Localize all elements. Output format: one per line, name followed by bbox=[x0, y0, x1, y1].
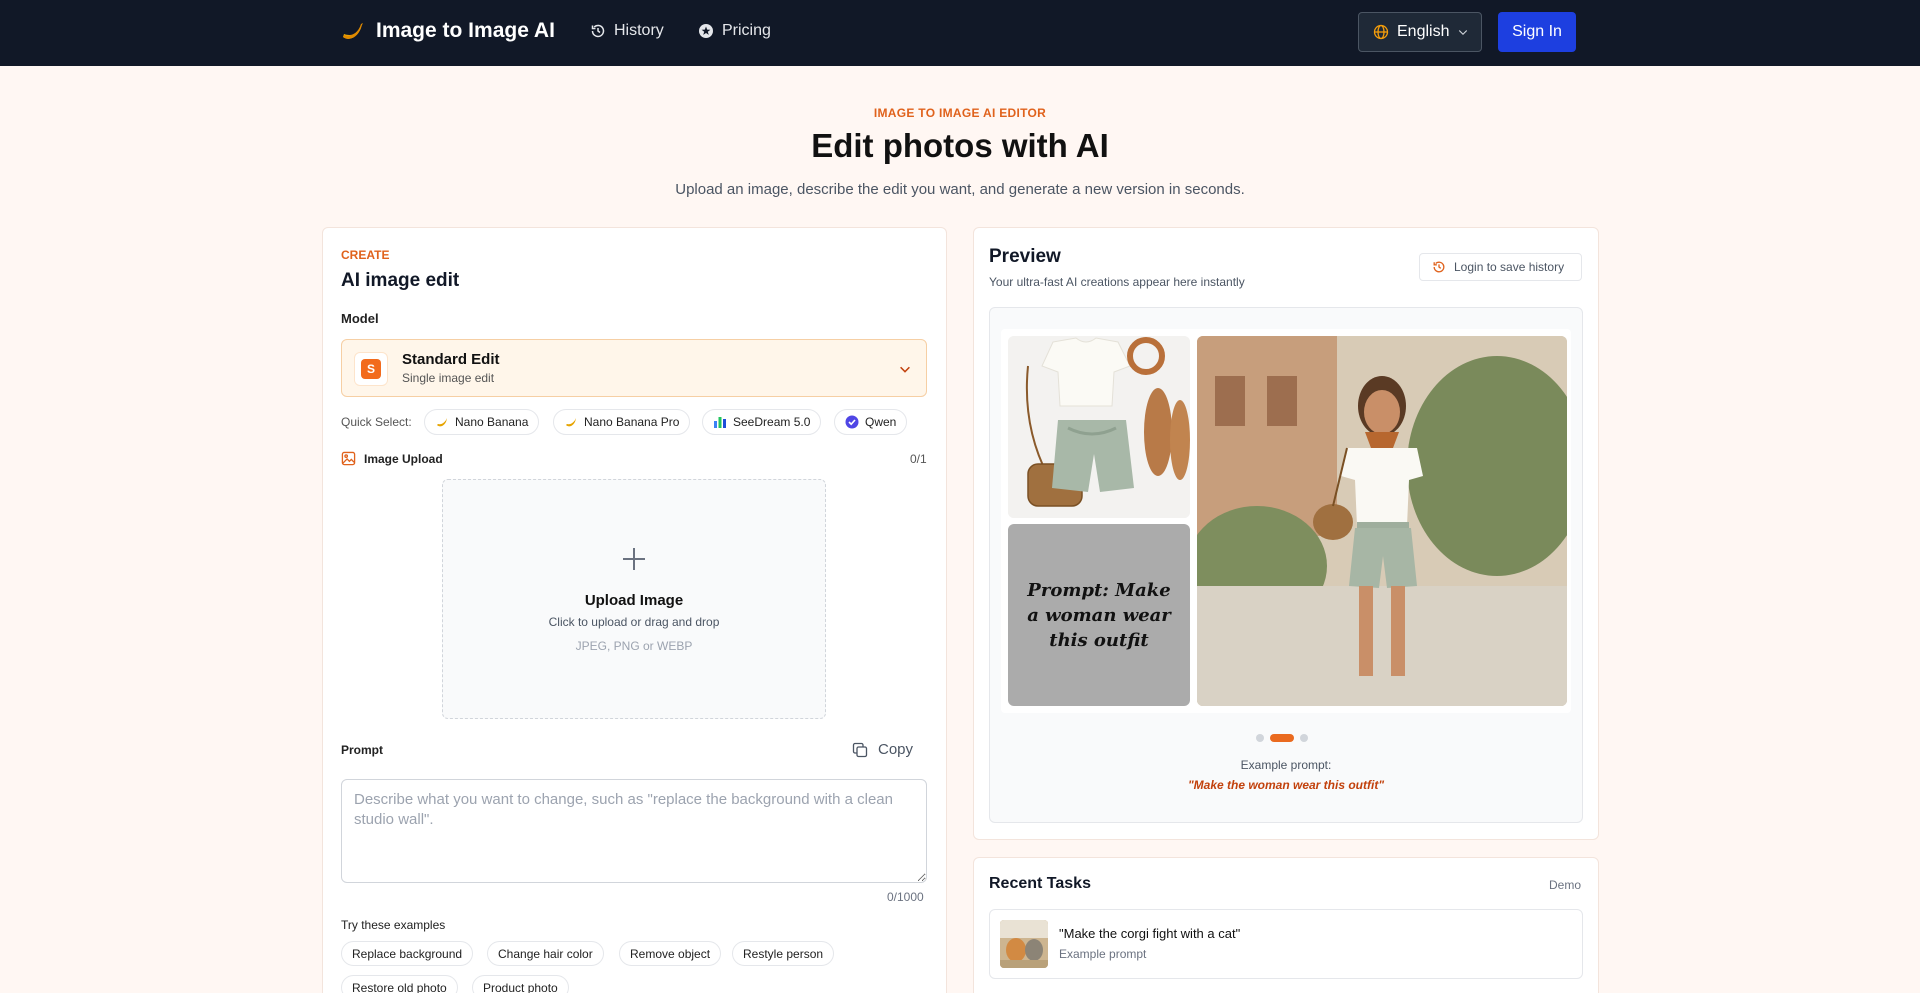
carousel-dot-active[interactable] bbox=[1270, 734, 1294, 742]
recent-tasks-title: Recent Tasks bbox=[989, 875, 1091, 892]
prompt-char-count: 0/1000 bbox=[887, 890, 924, 904]
chip-label: Qwen bbox=[865, 415, 897, 429]
task-subtitle: Example prompt bbox=[1059, 947, 1147, 961]
example-prompt-label: Example prompt: bbox=[1240, 758, 1332, 772]
quick-select-label: Quick Select: bbox=[341, 415, 412, 429]
banana-icon bbox=[343, 23, 363, 39]
hero-eyebrow: IMAGE TO IMAGE AI EDITOR bbox=[873, 106, 1047, 120]
language-select[interactable]: English bbox=[1358, 12, 1482, 52]
chip-label: Nano Banana Pro bbox=[584, 415, 680, 429]
editor-section-label: CREATE bbox=[341, 248, 390, 262]
example-chip[interactable]: Restore old photo bbox=[341, 975, 458, 993]
carousel-dot[interactable] bbox=[1300, 734, 1308, 742]
model-label: Model bbox=[341, 311, 379, 326]
result-image bbox=[1197, 336, 1567, 706]
copy-button[interactable]: Copy bbox=[852, 741, 913, 758]
model-badge-letter: S bbox=[361, 359, 381, 379]
qwen-icon bbox=[845, 415, 859, 429]
model-name: Standard Edit bbox=[402, 351, 500, 368]
brand[interactable]: Image to Image AI bbox=[338, 17, 555, 45]
chip-label: Nano Banana bbox=[455, 415, 529, 429]
image-upload-label: Image Upload bbox=[341, 451, 443, 466]
examples-label: Try these examples bbox=[341, 918, 446, 932]
preview-title: Preview bbox=[989, 246, 1061, 267]
history-icon bbox=[1433, 261, 1445, 273]
task-row[interactable]: "Make the corgi fight with a cat" Exampl… bbox=[989, 909, 1583, 979]
banana-icon bbox=[564, 415, 578, 429]
quick-select-qwen[interactable]: Qwen bbox=[834, 409, 908, 435]
banana-icon bbox=[435, 415, 449, 429]
login-save-history-button[interactable]: Login to save history bbox=[1419, 253, 1582, 281]
plus-icon bbox=[623, 548, 645, 570]
model-select[interactable]: S Standard Edit Single image edit bbox=[341, 339, 927, 397]
example-chip[interactable]: Replace background bbox=[341, 941, 474, 966]
globe-icon bbox=[1373, 24, 1389, 40]
dropzone-subtitle: Click to upload or drag and drop bbox=[548, 615, 720, 629]
upload-count: 0/1 bbox=[910, 452, 927, 466]
page-title: Edit photos with AI bbox=[811, 127, 1109, 164]
copy-label: Copy bbox=[878, 741, 914, 758]
top-nav: Image to Image AI History Pricing Englis… bbox=[0, 0, 1920, 66]
chevron-down-icon bbox=[900, 366, 910, 373]
outfit-image bbox=[1008, 336, 1190, 518]
prompt-tile-text: Prompt: Make a woman wear this outfit bbox=[1027, 579, 1171, 651]
example-chip[interactable]: Restyle person bbox=[732, 941, 835, 966]
quick-select-seedream[interactable]: SeeDream 5.0 bbox=[702, 409, 822, 435]
nav-history-label: History bbox=[614, 22, 664, 39]
carousel-dots bbox=[1256, 734, 1308, 742]
editor-title: AI image edit bbox=[341, 270, 460, 291]
nav-pricing-label: Pricing bbox=[722, 22, 771, 39]
task-prompt: "Make the corgi fight with a cat" bbox=[1059, 926, 1241, 941]
preview-subtitle: Your ultra-fast AI creations appear here… bbox=[989, 275, 1245, 289]
nav-history-link[interactable]: History bbox=[590, 22, 664, 40]
model-description: Single image edit bbox=[402, 371, 495, 385]
prompt-tile: Prompt: Make a woman wear this outfit bbox=[1008, 524, 1190, 706]
copy-icon bbox=[852, 742, 868, 757]
sign-in-button[interactable]: Sign In bbox=[1498, 12, 1576, 52]
image-icon bbox=[341, 451, 356, 466]
nav-pricing-link[interactable]: Pricing bbox=[698, 22, 771, 40]
image-dropzone[interactable]: Upload Image Click to upload or drag and… bbox=[442, 479, 826, 719]
quick-select-nano-banana[interactable]: Nano Banana bbox=[424, 409, 540, 435]
bar-chart-icon bbox=[713, 415, 727, 429]
example-chip[interactable]: Remove object bbox=[619, 941, 722, 966]
dropzone-file-types: JPEG, PNG or WEBP bbox=[575, 639, 693, 653]
language-label: English bbox=[1397, 23, 1450, 40]
model-badge: S bbox=[354, 352, 388, 386]
task-thumbnail bbox=[1000, 920, 1048, 968]
example-prompt-text: "Make the woman wear this outfit" bbox=[1187, 778, 1385, 792]
quick-select-nano-banana-pro[interactable]: Nano Banana Pro bbox=[553, 409, 691, 435]
history-icon bbox=[591, 24, 605, 38]
chip-label: SeeDream 5.0 bbox=[733, 415, 811, 429]
image-upload-label-text: Image Upload bbox=[364, 451, 443, 466]
hero-subtitle: Upload an image, describe the edit you w… bbox=[675, 181, 1245, 198]
dropzone-title: Upload Image bbox=[584, 592, 684, 609]
chevron-down-icon bbox=[1459, 30, 1468, 36]
prompt-input[interactable] bbox=[341, 779, 927, 883]
brand-name: Image to Image AI bbox=[376, 19, 555, 42]
pricing-icon bbox=[699, 24, 713, 38]
login-save-history-label: Login to save history bbox=[1454, 260, 1565, 274]
carousel-dot[interactable] bbox=[1256, 734, 1264, 742]
example-chip[interactable]: Change hair color bbox=[487, 941, 604, 966]
prompt-label: Prompt bbox=[341, 743, 383, 757]
recent-tasks-badge: Demo bbox=[1549, 878, 1582, 892]
example-chip[interactable]: Product photo bbox=[472, 975, 569, 993]
